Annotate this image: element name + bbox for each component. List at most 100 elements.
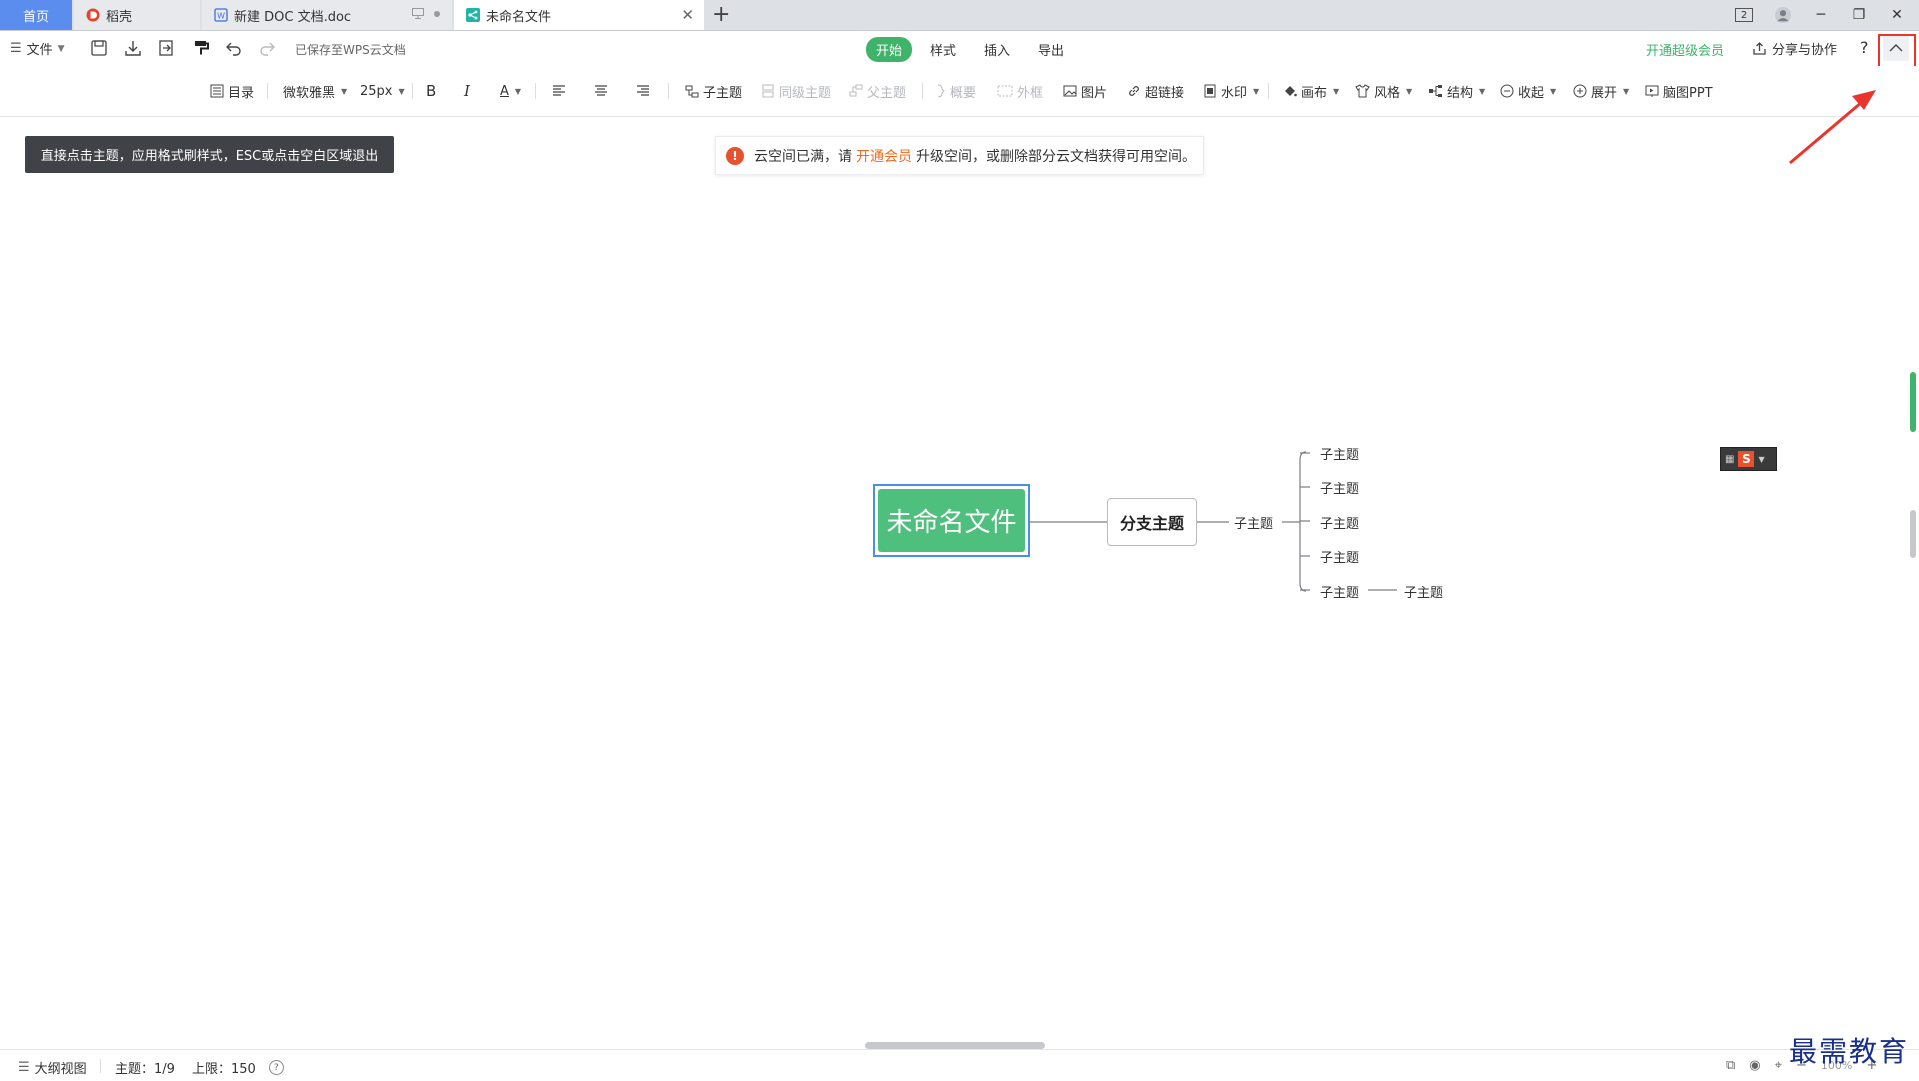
help-icon[interactable]: ? bbox=[1860, 38, 1869, 57]
sibling-topic-button[interactable]: 同级主题 bbox=[761, 82, 831, 101]
parent-topic-button[interactable]: 父主题 bbox=[849, 82, 906, 101]
outline-view-label: 大纲视图 bbox=[34, 1062, 87, 1077]
vip-link[interactable]: 开通超级会员 bbox=[1646, 40, 1724, 59]
paint-bucket-icon bbox=[1285, 86, 1297, 97]
undo-icon[interactable] bbox=[225, 39, 243, 57]
summary-button[interactable]: 概要 bbox=[936, 82, 976, 101]
vertical-scroll-marker[interactable] bbox=[1910, 510, 1916, 558]
divider bbox=[412, 83, 413, 99]
plus-circle-icon bbox=[1573, 84, 1587, 98]
fit-screen-icon[interactable]: ⧉ bbox=[1726, 1058, 1735, 1073]
export-icon[interactable] bbox=[157, 39, 175, 57]
align-right-icon[interactable] bbox=[636, 82, 650, 100]
daoke-logo-icon bbox=[86, 8, 100, 22]
watermark-icon bbox=[1204, 84, 1216, 98]
child-topic-button[interactable]: 子主题 bbox=[685, 82, 742, 101]
topic-count: 主题：1/9 bbox=[115, 1062, 175, 1077]
tab-start[interactable]: 开始 bbox=[866, 37, 913, 62]
warning-icon: ! bbox=[726, 146, 744, 165]
hyperlink-button[interactable]: 超链接 bbox=[1127, 82, 1184, 101]
tab-insert[interactable]: 插入 bbox=[974, 37, 1020, 62]
tab-export[interactable]: 导出 bbox=[1028, 37, 1074, 62]
frame-icon bbox=[997, 85, 1013, 97]
align-center-icon[interactable] bbox=[594, 82, 608, 100]
watermark-logo: 最需教育 bbox=[1788, 1035, 1909, 1068]
watermark-button[interactable]: 水印 ▼ bbox=[1203, 82, 1259, 101]
mindmap-logo-icon bbox=[466, 8, 480, 22]
eye-icon[interactable]: ◉ bbox=[1749, 1058, 1760, 1073]
chevron-down-icon: ▼ bbox=[57, 43, 65, 54]
file-menu-button[interactable]: ☰ 文件 ▼ bbox=[10, 39, 65, 58]
tab-doc[interactable]: W 新建 DOC 文档.doc bbox=[202, 0, 452, 30]
subtopic-2[interactable]: 子主题 bbox=[1320, 478, 1359, 497]
branch-topic-node[interactable]: 分支主题 bbox=[1107, 498, 1197, 546]
restore-icon[interactable]: ❐ bbox=[1851, 7, 1867, 23]
format-painter-icon[interactable] bbox=[192, 39, 210, 57]
menu-row: ☰ 文件 ▼ 已保存至WPS云文档 开始 样式 插入 导出 开通超级会员 分享与… bbox=[0, 31, 1919, 65]
connector-vertical-bracket bbox=[1299, 451, 1307, 592]
image-button[interactable]: 图片 bbox=[1063, 82, 1107, 101]
canvas-label: 画布 bbox=[1301, 85, 1328, 101]
tab-home[interactable]: 首页 bbox=[0, 0, 72, 30]
root-topic-node[interactable]: 未命名文件 bbox=[873, 484, 1030, 557]
minus-circle-icon bbox=[1500, 84, 1514, 98]
window-controls: 2 ─ ❐ ✕ bbox=[1735, 0, 1919, 30]
format-painter-tooltip: 直接点击主题，应用格式刷样式，ESC或点击空白区域退出 bbox=[25, 136, 394, 173]
vertical-scroll-thumb[interactable] bbox=[1910, 372, 1916, 432]
divider bbox=[100, 1059, 101, 1073]
canvas-button[interactable]: 画布 ▼ bbox=[1283, 82, 1339, 101]
italic-button[interactable]: I bbox=[464, 82, 470, 100]
link-icon bbox=[1129, 86, 1139, 96]
bold-button[interactable]: B bbox=[426, 82, 436, 100]
font-size-select[interactable]: 25px ▼ bbox=[360, 82, 405, 100]
outline-button[interactable]: 目录 bbox=[210, 82, 254, 101]
subtopic-4[interactable]: 子主题 bbox=[1320, 547, 1359, 566]
frame-button[interactable]: 外框 bbox=[997, 82, 1043, 101]
font-family-select[interactable]: 微软雅黑 ▼ bbox=[283, 82, 347, 101]
divider bbox=[267, 83, 268, 99]
structure-button[interactable]: 结构 ▼ bbox=[1428, 82, 1485, 101]
font-color-button[interactable]: A ▼ bbox=[500, 82, 521, 100]
add-tab-button[interactable]: + bbox=[712, 2, 730, 27]
avatar-icon bbox=[1775, 7, 1791, 23]
divider bbox=[668, 83, 669, 99]
align-left-icon[interactable] bbox=[552, 82, 566, 100]
mindmap-ppt-button[interactable]: 脑图PPT bbox=[1645, 82, 1713, 101]
style-button[interactable]: 风格 ▼ bbox=[1355, 82, 1412, 101]
keyboard-icon: ▦ bbox=[1725, 453, 1735, 465]
ime-toolbar[interactable]: ▦ S ▼ bbox=[1720, 447, 1777, 471]
subtopic-5-child[interactable]: 子主题 bbox=[1404, 582, 1443, 601]
subtopic-5[interactable]: 子主题 bbox=[1320, 582, 1359, 601]
summary-brace-icon bbox=[937, 84, 945, 98]
tab-mindmap-active[interactable]: 未命名文件 ✕ bbox=[454, 0, 704, 30]
tab-daoke-label: 稻壳 bbox=[106, 9, 133, 25]
subtopic-1[interactable]: 子主题 bbox=[1320, 444, 1359, 463]
style-label: 风格 bbox=[1374, 85, 1401, 101]
download-icon[interactable] bbox=[124, 39, 142, 57]
tab-home-label: 首页 bbox=[22, 9, 49, 25]
tab-style[interactable]: 样式 bbox=[920, 37, 966, 62]
user-avatar[interactable] bbox=[1775, 7, 1791, 23]
open-membership-link[interactable]: 开通会员 bbox=[856, 146, 912, 166]
save-icon[interactable] bbox=[90, 39, 108, 57]
outline-view-button[interactable]: ☰ 大纲视图 bbox=[18, 1058, 87, 1077]
monitor-icon[interactable] bbox=[412, 8, 424, 19]
tab-daoke[interactable]: 稻壳 bbox=[74, 0, 200, 30]
locate-icon[interactable]: ⌖ bbox=[1775, 1058, 1782, 1073]
help-circle-icon[interactable]: ? bbox=[268, 1060, 284, 1075]
close-window-icon[interactable]: ✕ bbox=[1889, 7, 1905, 23]
font-color-label: A bbox=[500, 83, 509, 99]
redo-icon[interactable] bbox=[258, 39, 276, 57]
expand-button[interactable]: 展开 ▼ bbox=[1573, 82, 1629, 101]
subtopic-level2[interactable]: 子主题 bbox=[1234, 513, 1273, 532]
horizontal-scrollbar[interactable] bbox=[865, 1042, 1045, 1049]
ribbon-toolbar: 目录 微软雅黑 ▼ 25px ▼ B I A ▼ 子主题 同级主题 父主题 概要 外框… bbox=[0, 66, 1919, 117]
save-status: 已保存至WPS云文档 bbox=[295, 43, 406, 57]
minimize-icon[interactable]: ─ bbox=[1813, 7, 1829, 23]
share-icon bbox=[1753, 42, 1766, 55]
collapse-button[interactable]: 收起 ▼ bbox=[1500, 82, 1556, 101]
share-button[interactable]: 分享与协作 bbox=[1752, 39, 1837, 58]
close-tab-icon[interactable]: ✕ bbox=[681, 6, 694, 24]
window-count-badge[interactable]: 2 bbox=[1735, 8, 1753, 22]
subtopic-3[interactable]: 子主题 bbox=[1320, 513, 1359, 532]
